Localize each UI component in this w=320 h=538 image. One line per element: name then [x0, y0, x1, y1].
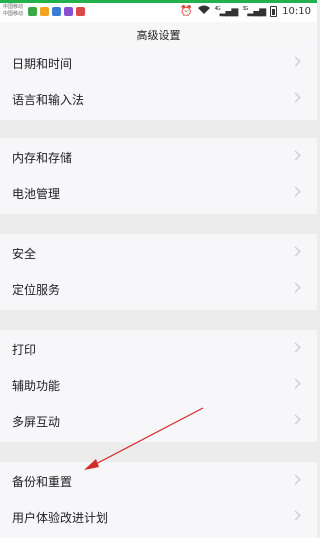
- settings-item-label: 备份和重置: [12, 475, 73, 489]
- chevron-right-icon: [290, 186, 301, 197]
- status-bar: 中国移动 中国移动 ⏰ 4G▂▄▆ 3G▂▄▆ 10:10: [0, 0, 317, 22]
- settings-item-location[interactable]: 定位服务: [0, 270, 317, 310]
- alarm-icon: ⏰: [180, 5, 193, 17]
- settings-item-memory-storage[interactable]: 内存和存储: [0, 138, 317, 178]
- app-notification-icon: [64, 7, 73, 16]
- chevron-right-icon: [290, 56, 301, 67]
- chevron-right-icon: [290, 150, 301, 161]
- clock: 10:10: [282, 5, 311, 17]
- settings-item-print[interactable]: 打印: [0, 330, 317, 370]
- app-notification-icon: [40, 7, 49, 16]
- settings-item-battery[interactable]: 电池管理: [0, 174, 317, 214]
- signal-icon-2: 3G▂▄▆: [242, 5, 266, 17]
- settings-item-security[interactable]: 安全: [0, 234, 317, 274]
- carrier-2: 中国移动: [3, 11, 24, 17]
- app-notification-icon: [28, 7, 37, 16]
- settings-item-accessibility[interactable]: 辅助功能: [0, 366, 317, 406]
- settings-item-label: 定位服务: [12, 283, 61, 297]
- status-right: ⏰ 4G▂▄▆ 3G▂▄▆ 10:10: [180, 5, 311, 17]
- settings-item-language-input[interactable]: 语言和输入法: [0, 80, 317, 120]
- settings-item-label: 用户体验改进计划: [12, 511, 109, 525]
- settings-item-multiscreen[interactable]: 多屏互动: [0, 402, 317, 442]
- app-notification-icon: [76, 7, 85, 16]
- chevron-right-icon: [290, 474, 301, 485]
- chevron-right-icon: [290, 510, 301, 521]
- settings-item-label: 辅助功能: [12, 379, 61, 393]
- settings-item-label: 打印: [12, 343, 37, 357]
- carrier-1: 中国移动: [3, 4, 24, 10]
- chevron-right-icon: [290, 246, 301, 257]
- chevron-right-icon: [290, 378, 301, 389]
- settings-item-label: 内存和存储: [12, 151, 73, 165]
- settings-item-label: 日期和时间: [12, 57, 73, 71]
- carrier-label: 中国移动 中国移动: [3, 4, 23, 18]
- settings-item-ux-program[interactable]: 用户体验改进计划: [0, 498, 317, 538]
- chevron-right-icon: [290, 92, 301, 103]
- settings-item-label: 多屏互动: [12, 415, 61, 429]
- settings-item-label: 电池管理: [12, 187, 61, 201]
- wifi-icon: [197, 5, 210, 17]
- settings-item-label: 语言和输入法: [12, 93, 85, 107]
- chevron-right-icon: [290, 282, 301, 293]
- settings-item-backup-reset[interactable]: 备份和重置: [0, 462, 317, 502]
- chevron-right-icon: [290, 414, 301, 425]
- settings-item-label: 安全: [12, 247, 37, 261]
- settings-item-date-time[interactable]: 日期和时间: [0, 44, 317, 84]
- app-notification-icon: [52, 7, 61, 16]
- notification-icons: [28, 7, 85, 16]
- signal-icon: 4G▂▄▆: [214, 5, 239, 17]
- battery-icon: [270, 5, 278, 17]
- chevron-right-icon: [290, 342, 301, 353]
